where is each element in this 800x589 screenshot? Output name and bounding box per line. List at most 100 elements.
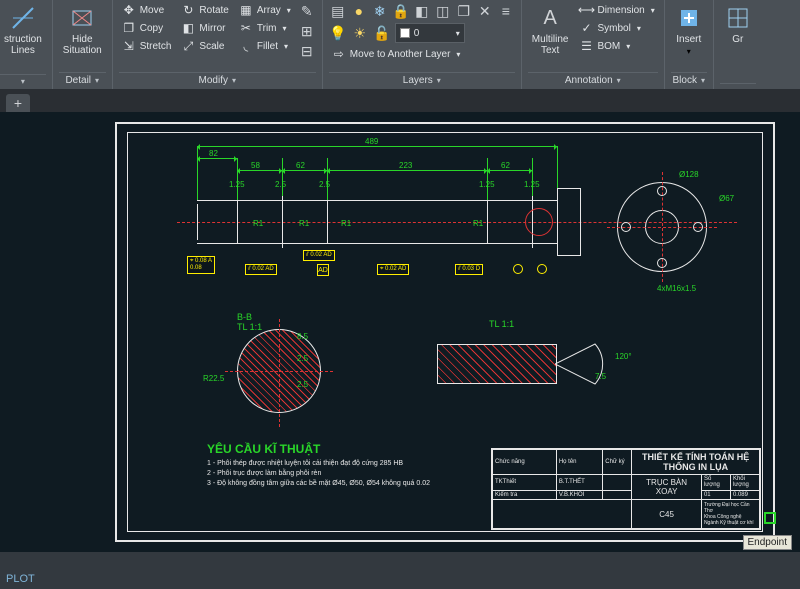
shaft-step <box>487 200 488 244</box>
rotate-label: Rotate <box>199 5 228 16</box>
ext-line <box>532 158 533 196</box>
tb-cell: Khối lượng <box>730 474 759 490</box>
mirror-icon: ◧ <box>181 21 195 35</box>
detail-view <box>437 334 607 394</box>
layer-merge-icon[interactable]: ◫ <box>434 2 452 20</box>
multiline-label: Multiline Text <box>532 34 569 56</box>
surface-finish <box>537 264 547 274</box>
panel-annotation: A Multiline Text ⟷Dimension▾ ✓Symbol▾ ☰B… <box>522 0 665 89</box>
layer-del-icon[interactable]: ✕ <box>476 2 494 20</box>
array-button[interactable]: ▦Array▾ <box>236 2 294 18</box>
modify-ext1-icon[interactable]: ✎ <box>298 2 316 20</box>
layer-freeze-icon[interactable]: ❄ <box>371 2 389 20</box>
rotate-icon: ↻ <box>181 3 195 17</box>
dim-c4: 1.25 <box>479 180 495 189</box>
layer-combo[interactable]: 0 ▾ <box>395 23 465 43</box>
section-cl-h <box>225 371 333 372</box>
grid-label: Gr <box>732 34 743 45</box>
construction-icon <box>9 4 37 32</box>
gdt-box: ⫽ 0.03 D <box>455 264 483 275</box>
dim-dia1: Ø128 <box>679 170 699 179</box>
insert-icon <box>675 4 703 32</box>
dim-d2: 82 <box>209 149 218 158</box>
panel-detail-title: Detail <box>65 75 91 86</box>
bulb-icon[interactable]: 💡 <box>329 24 347 42</box>
bolt-hole <box>657 186 667 196</box>
move-button[interactable]: ✥Move <box>119 2 175 18</box>
tb-cell: 01 <box>701 490 730 500</box>
tb-title: THIẾT KẾ TÍNH TOÁN HỆ THỐNG IN LỤA <box>632 450 760 475</box>
move-layer-label: Move to Another Layer <box>350 49 451 60</box>
insert-label: Insert <box>676 34 701 45</box>
insert-button[interactable]: Insert ▾ <box>671 2 707 58</box>
dim-overall: 489 <box>365 137 378 146</box>
dimension-icon: ⟷ <box>579 3 593 17</box>
hide-situation-button[interactable]: Hide Situation <box>59 2 106 58</box>
trim-button[interactable]: ✂Trim▾ <box>236 20 294 36</box>
layer-props-icon[interactable]: ▤ <box>329 2 347 20</box>
symbol-label: Symbol <box>597 23 630 34</box>
panel-modify: ✥Move ❐Copy ⇲Stretch ↻ Rotate ◧ Mirror ⤢Sc… <box>113 0 323 89</box>
panel-block-title: Block <box>673 75 697 86</box>
ext-line <box>487 158 488 200</box>
modify-ext2-icon[interactable]: ⊞ <box>298 22 316 40</box>
tb-mat: C45 <box>632 500 702 529</box>
sun-icon[interactable]: ☀ <box>351 24 369 42</box>
tb-cell: 0.089 <box>730 490 759 500</box>
layer-lock-icon[interactable]: 🔒 <box>392 2 410 20</box>
multiline-text-button[interactable]: A Multiline Text <box>528 2 573 58</box>
tb-cell: TKThiết <box>493 474 557 490</box>
stretch-button[interactable]: ⇲Stretch <box>119 38 175 54</box>
dim-r4: R1 <box>473 219 483 228</box>
new-tab-button[interactable]: + <box>6 94 30 112</box>
shaft-flange-side <box>557 188 581 256</box>
modify-ext3-icon[interactable]: ⊟ <box>298 42 316 60</box>
dim-sect-r: R22.5 <box>203 374 224 383</box>
array-icon: ▦ <box>239 3 253 17</box>
layer-match-icon[interactable]: ≡ <box>497 2 515 20</box>
tb-school: Trường Đại học Cần Thơ Khoa Công nghệ Ng… <box>701 500 759 529</box>
symbol-button[interactable]: ✓Symbol▾ <box>576 20 657 36</box>
tb-part: TRỤC BÀN XOAY <box>632 474 702 500</box>
tb-cell <box>603 490 632 500</box>
hide-icon <box>68 4 96 32</box>
dim-line <box>327 170 487 171</box>
shaft-step <box>327 200 328 244</box>
bom-label: BOM <box>597 41 620 52</box>
grid-button[interactable]: Gr <box>720 2 756 47</box>
layer-swatch <box>400 28 410 38</box>
construction-lines-button[interactable]: struction Lines <box>0 2 46 58</box>
mirror-label: Mirror <box>199 23 225 34</box>
fillet-button[interactable]: ◟Fillet▾ <box>236 38 294 54</box>
layer-copy-icon[interactable]: ❐ <box>455 2 473 20</box>
dimension-button[interactable]: ⟷Dimension▾ <box>576 2 657 18</box>
scale-button[interactable]: ⤢Scale <box>178 38 231 54</box>
move-label: Move <box>140 5 164 16</box>
detail-fan <box>555 334 605 394</box>
bom-button[interactable]: ☰BOM▾ <box>576 38 657 54</box>
detail-label: TL 1:1 <box>489 319 514 329</box>
copy-icon: ❐ <box>122 21 136 35</box>
section-cl-v <box>279 319 280 427</box>
stretch-label: Stretch <box>140 41 172 52</box>
cmd-keyword: PLOT <box>6 573 35 585</box>
copy-button[interactable]: ❐Copy <box>119 20 175 36</box>
lock2-icon[interactable]: 🔓 <box>373 24 391 42</box>
dim-dia2: Ø67 <box>719 194 734 203</box>
panel-annotation-title: Annotation <box>565 75 613 86</box>
mirror-button[interactable]: ◧ Mirror <box>178 20 231 36</box>
dim-line <box>197 158 237 159</box>
text-icon: A <box>536 4 564 32</box>
ext-line <box>282 158 283 196</box>
scale-icon: ⤢ <box>181 39 195 53</box>
drawing-canvas[interactable]: 489 82 58 62 223 62 1.25 2.5 2.5 1.25 1.… <box>0 112 800 552</box>
detail-callout <box>525 208 553 236</box>
dim-d4: 62 <box>296 161 305 170</box>
rotate-button[interactable]: ↻ Rotate <box>178 2 231 18</box>
move-to-layer-button[interactable]: ⇨ Move to Another Layer ▾ <box>329 46 464 62</box>
command-line[interactable]: PLOT <box>6 572 35 585</box>
layer-iso-icon[interactable]: ◧ <box>413 2 431 20</box>
section-label: B-BTL 1:1 <box>237 312 262 332</box>
dim-c3: 2.5 <box>319 180 330 189</box>
layer-on-icon[interactable]: ● <box>350 2 368 20</box>
